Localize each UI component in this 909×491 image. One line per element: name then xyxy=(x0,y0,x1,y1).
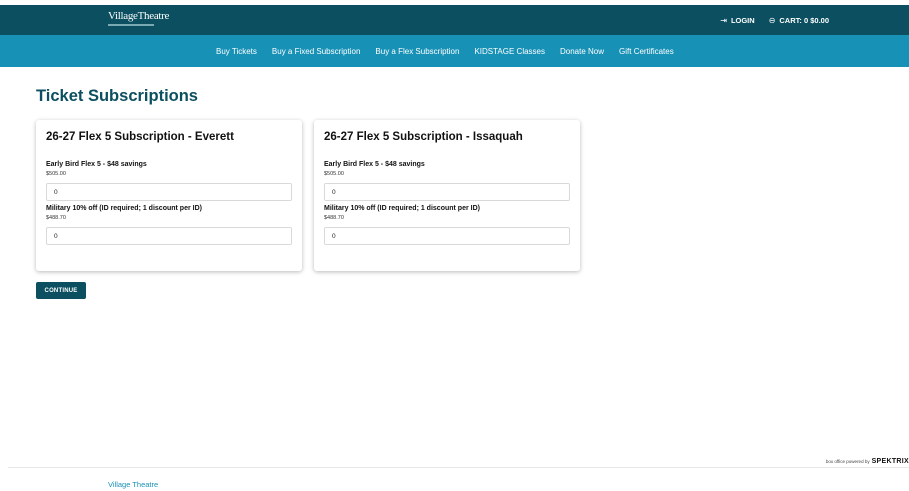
tier-price: $488.70 xyxy=(324,215,344,221)
powered-by-prefix: box office powered by xyxy=(825,459,870,464)
main-navigation: Buy Tickets Buy a Fixed Subscription Buy… xyxy=(0,35,909,67)
top-header-bar: VillageTheatre ⇥ LOGIN ⊖ CART: 0 $0.00 xyxy=(0,5,909,35)
nav-buy-tickets[interactable]: Buy Tickets xyxy=(216,47,257,56)
login-label: LOGIN xyxy=(730,15,755,25)
tier-name: Early Bird Flex 5 - $48 savings xyxy=(46,161,147,168)
tier-name: Military 10% off (ID required; 1 discoun… xyxy=(324,205,480,212)
military-quantity-input[interactable] xyxy=(46,227,292,245)
village-theatre-logo[interactable]: VillageTheatre xyxy=(108,10,169,22)
cart-label: CART: 0 $0.00 xyxy=(779,15,829,25)
nav-buy-fixed-subscription[interactable]: Buy a Fixed Subscription xyxy=(272,47,361,56)
nav-kidstage-classes[interactable]: KIDSTAGE Classes xyxy=(474,47,545,56)
nav-donate-now[interactable]: Donate Now xyxy=(560,47,604,56)
tier-price: $505.00 xyxy=(324,171,344,177)
military-quantity-input[interactable] xyxy=(324,227,570,245)
powered-by-spektrix[interactable]: box office powered by SPEKTRIX xyxy=(826,458,909,465)
early-bird-quantity-input[interactable] xyxy=(46,183,292,201)
continue-button[interactable]: CONTINUE xyxy=(36,282,86,299)
cart-icon: ⊖ xyxy=(768,15,776,25)
footer-village-theatre-link[interactable]: Village Theatre xyxy=(108,480,158,489)
login-arrow-icon: ⇥ xyxy=(720,15,727,25)
login-link[interactable]: ⇥ LOGIN xyxy=(720,16,754,25)
subscription-card-issaquah: 26-27 Flex 5 Subscription - Issaquah Ear… xyxy=(314,120,580,271)
nav-gift-certificates[interactable]: Gift Certificates xyxy=(619,47,674,56)
tier-price: $488.70 xyxy=(46,215,66,221)
subscription-card-everett: 26-27 Flex 5 Subscription - Everett Earl… xyxy=(36,120,302,271)
early-bird-quantity-input[interactable] xyxy=(324,183,570,201)
tier-price: $505.00 xyxy=(46,171,66,177)
tier-name: Military 10% off (ID required; 1 discoun… xyxy=(46,205,202,212)
page-title: Ticket Subscriptions xyxy=(36,87,198,105)
card-title: 26-27 Flex 5 Subscription - Issaquah xyxy=(324,131,523,143)
spektrix-logo: SPEKTRIX xyxy=(871,458,909,465)
nav-buy-flex-subscription[interactable]: Buy a Flex Subscription xyxy=(375,47,459,56)
logo-tagline-mark xyxy=(108,24,154,26)
card-title: 26-27 Flex 5 Subscription - Everett xyxy=(46,131,234,143)
cart-link[interactable]: ⊖ CART: 0 $0.00 xyxy=(769,16,829,25)
tier-name: Early Bird Flex 5 - $48 savings xyxy=(324,161,425,168)
footer-divider xyxy=(8,467,909,468)
account-actions: ⇥ LOGIN ⊖ CART: 0 $0.00 xyxy=(720,5,829,35)
